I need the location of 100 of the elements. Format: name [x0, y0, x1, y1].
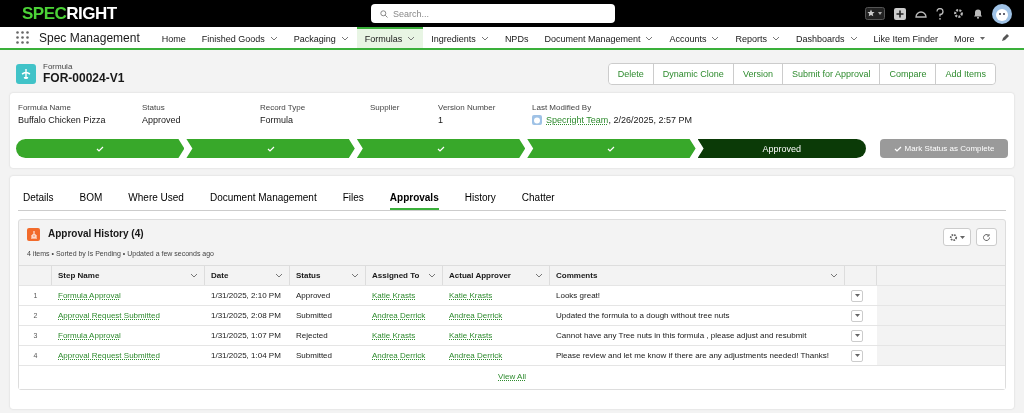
row-menu-button[interactable] [851, 309, 863, 322]
field-label: Last Modified By [532, 103, 593, 112]
field-value: Buffalo Chicken Pizza [18, 115, 107, 125]
record-link[interactable]: Approval Request Submitted [58, 351, 160, 360]
nav-tab[interactable]: NPDs [496, 27, 537, 48]
column-header[interactable]: Comments [550, 266, 845, 285]
record-tab[interactable]: Approvals [389, 186, 439, 210]
table-cell-text: Approved [295, 290, 332, 302]
chevron-down-icon [645, 36, 654, 41]
record-tab[interactable]: Chatter [521, 186, 555, 210]
table-cell-text: 1/31/2025, 1:04 PM [210, 350, 282, 362]
record-tab[interactable]: Details [23, 186, 54, 210]
bell-icon[interactable] [973, 8, 983, 19]
nav-tab[interactable]: Ingredients [423, 27, 497, 48]
field-value: 1 [438, 115, 444, 125]
table-cell-text: Rejected [295, 330, 329, 342]
record-link[interactable]: Andrea Derrick [449, 311, 503, 320]
path-step[interactable] [186, 139, 355, 158]
field-label: Supplier [370, 103, 401, 112]
record-link[interactable]: Katie Krasts [449, 331, 493, 340]
record-link[interactable]: Andrea Derrick [449, 351, 503, 360]
nav-tab[interactable]: Dashboards [788, 27, 866, 48]
nav-tab[interactable]: Like Item Finder [865, 27, 947, 48]
row-menu-button[interactable] [851, 289, 863, 302]
column-header[interactable]: Status [290, 266, 366, 285]
chevron-down-icon [269, 36, 278, 41]
record-title: FOR-00024-V1 [43, 71, 125, 85]
chevron-down-icon [190, 273, 198, 278]
field-value: Approved [142, 115, 182, 125]
checkmark-icon [607, 145, 616, 152]
path-step[interactable] [16, 139, 185, 158]
brand-logo: SPECRIGHT [22, 3, 118, 24]
avatar-icon [532, 115, 542, 125]
nav-tab[interactable]: More [946, 27, 993, 48]
approval-icon [27, 228, 40, 241]
chevron-down-icon [275, 273, 283, 278]
action-button[interactable]: Add Items [935, 63, 995, 84]
row-menu-button[interactable] [851, 329, 863, 342]
settings-button[interactable] [943, 228, 971, 246]
record-tab[interactable]: Where Used [128, 186, 184, 210]
chevron-down-icon [480, 36, 489, 41]
chevron-down-icon [407, 36, 416, 41]
search-icon [380, 9, 388, 18]
field-label: Version Number [438, 103, 497, 112]
settings-icon[interactable] [953, 8, 964, 19]
view-all-link[interactable]: View All [498, 372, 526, 381]
nav-tab[interactable]: Document Management [536, 27, 662, 48]
chevron-down-icon [772, 36, 780, 41]
pencil-icon[interactable] [1001, 33, 1010, 42]
caret-icon [854, 314, 860, 317]
table-cell-text: Cannot have any Tree nuts in this formula , please adjust and resubmit [555, 330, 808, 342]
checkmark-icon [437, 145, 445, 152]
record-link[interactable]: Katie Krasts [372, 331, 416, 340]
nav-tab[interactable]: Formulas [356, 27, 424, 48]
record-tab[interactable]: History [464, 186, 496, 210]
record-tab[interactable]: Document Management [209, 186, 317, 210]
refresh-icon [982, 232, 991, 242]
checkmark-icon [893, 145, 902, 152]
help-icon[interactable] [936, 7, 944, 20]
record-link[interactable]: Andrea Derrick [372, 351, 426, 360]
caret-icon [960, 235, 965, 239]
column-header[interactable]: Step Name [52, 266, 205, 285]
chevron-down-icon [340, 36, 349, 41]
modified-date: , 2/26/2025, 2:57 PM [608, 115, 692, 125]
record-link[interactable]: Formula Approval [58, 331, 121, 340]
path-step[interactable] [527, 139, 696, 158]
table-cell-text: Submitted [295, 350, 334, 362]
caret-icon [979, 37, 985, 40]
nav-tab[interactable]: Home [153, 27, 194, 48]
record-tab[interactable]: BOM [79, 186, 103, 210]
table-cell-text: Please review and let me know if there are any adjustments needed! Thanks! [555, 350, 830, 362]
nav-tab[interactable]: Reports [727, 27, 788, 48]
app-launcher-icon[interactable] [16, 31, 29, 44]
column-header[interactable]: Date [205, 266, 290, 285]
nav-tab[interactable]: Finished Goods [193, 27, 286, 48]
record-link[interactable]: Andrea Derrick [372, 311, 426, 320]
nav-tab[interactable]: Packaging [285, 27, 357, 48]
record-link[interactable]: Approval Request Submitted [58, 311, 160, 320]
search-field[interactable]: Search... [371, 4, 615, 23]
record-type-label: Formula [43, 62, 74, 71]
row-menu-button[interactable] [851, 349, 863, 362]
nav-tab[interactable]: Accounts [661, 27, 728, 48]
record-link[interactable]: Formula Approval [58, 291, 121, 300]
table-cell-text: 1/31/2025, 1:07 PM [210, 330, 282, 342]
record-tab[interactable]: Files [342, 186, 364, 210]
caret-icon [854, 334, 860, 337]
chevron-down-icon [428, 273, 436, 278]
refresh-button[interactable] [976, 228, 997, 246]
table-cell-text: 1/31/2025, 2:08 PM [210, 310, 282, 322]
record-link[interactable]: Katie Krasts [449, 291, 493, 300]
column-header[interactable]: Assigned To [366, 266, 443, 285]
plus-icon[interactable] [894, 7, 906, 20]
chevron-down-icon [849, 36, 858, 41]
column-header[interactable]: Actual Approver [443, 266, 550, 285]
record-link[interactable]: Katie Krasts [372, 291, 416, 300]
gear-icon [949, 232, 958, 242]
avatar-icon[interactable] [992, 3, 1012, 24]
chevron-down-icon [711, 36, 720, 41]
path-step[interactable] [356, 139, 526, 158]
path-step[interactable]: Approved [697, 139, 867, 158]
